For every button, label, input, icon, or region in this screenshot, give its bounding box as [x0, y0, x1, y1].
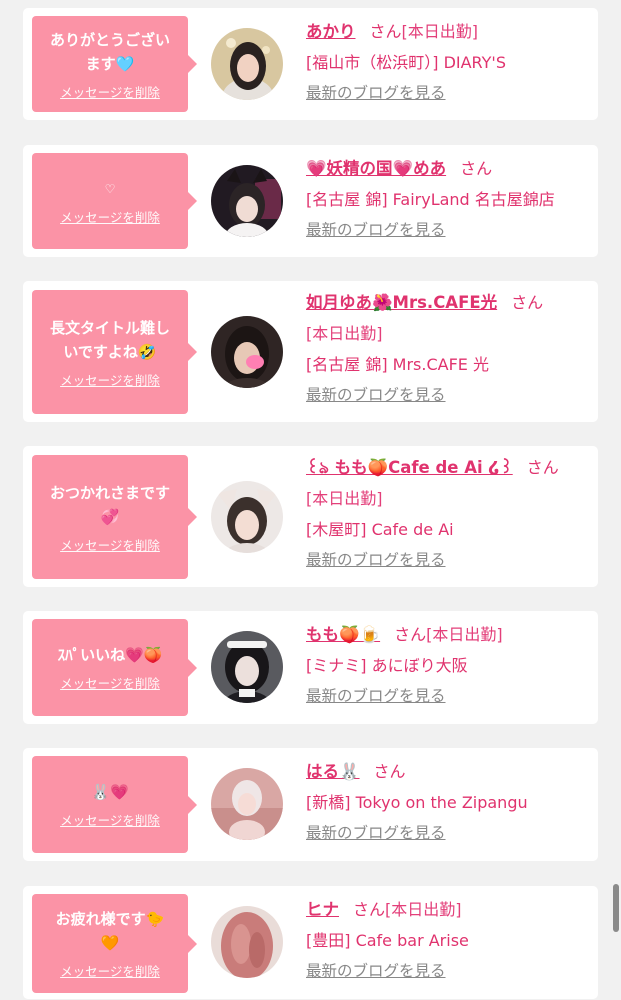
latest-blog-link[interactable]: 最新のブログを見る [306, 681, 596, 712]
list-item: お疲れ様です🐤 🧡 メッセージを削除 ヒナ さん[本日出勤] [豊田] Cafe … [23, 886, 598, 999]
status-badge: [本日出勤] [426, 625, 503, 644]
message-bubble: ありがとうござい ます🩵 メッセージを削除 [32, 16, 197, 112]
list-item: ありがとうござい ます🩵 メッセージを削除 あかり さん[本日出勤] [福山市（松… [23, 8, 598, 120]
message-bubble: ♡ メッセージを削除 [32, 153, 197, 249]
delete-message-button[interactable]: メッセージを削除 [60, 207, 160, 226]
shop-name: [福山市（松浜町）] DIARY'S [306, 53, 506, 72]
message-text: 🐰💗 [91, 780, 128, 804]
latest-blog-link[interactable]: 最新のブログを見る [306, 78, 596, 109]
status-badge: [本日出勤] [306, 489, 383, 508]
message-line: 長文タイトル難し [49, 318, 170, 337]
cast-name-link[interactable]: 如月ゆあ🌺Mrs.CAFE光 [306, 293, 497, 312]
latest-blog-link[interactable]: 最新のブログを見る [306, 380, 596, 411]
message-text: ありがとうござい ます🩵 [50, 28, 170, 76]
san-suffix: さん [369, 22, 402, 41]
message-bubble: 🐰💗 メッセージを削除 [32, 756, 197, 853]
status-badge: [本日出勤] [401, 22, 479, 41]
message-line: 💞 [100, 507, 120, 526]
cast-name-link[interactable]: あかり [306, 22, 356, 41]
shop-name: [名古屋 錦] Mrs.CAFE 光 [306, 355, 489, 374]
list-item: ｽﾊﾟいいね💗🍑 メッセージを削除 もも🍑🍺 さん[本日出勤] [ミナミ] あにぼ… [23, 611, 598, 724]
delete-message-button[interactable]: メッセージを削除 [60, 961, 160, 980]
avatar[interactable] [211, 906, 283, 978]
message-line: おつかれさまです [49, 483, 170, 502]
cast-name-link[interactable]: はる🐰 [306, 762, 360, 781]
message-line: お疲れ様です🐤 [55, 910, 165, 928]
cast-info: ヒナ さん[本日出勤] [豊田] Cafe bar Arise 最新のブログを見る [306, 894, 596, 987]
avatar[interactable] [211, 28, 283, 100]
cast-name-link[interactable]: ꒰ঌ もも🍑Cafe de Ai ໒꒱ [306, 458, 513, 477]
message-line: いですよね🤣 [63, 342, 157, 361]
message-bubble: おつかれさまです 💞 メッセージを削除 [32, 455, 197, 579]
san-suffix: さん [394, 625, 427, 644]
cast-name-link[interactable]: 💗妖精の国💗めあ [306, 159, 446, 178]
list-item: おつかれさまです 💞 メッセージを削除 ꒰ঌ もも🍑Cafe de Ai ໒꒱ さ… [23, 446, 598, 587]
message-line: 🧡 [100, 934, 120, 952]
message-bubble: ｽﾊﾟいいね💗🍑 メッセージを削除 [32, 619, 197, 716]
avatar[interactable] [211, 631, 283, 703]
status-badge: [本日出勤] [385, 900, 462, 919]
shop-name: [ミナミ] あにぼり大阪 [306, 656, 468, 675]
message-text: おつかれさまです 💞 [50, 481, 170, 529]
message-text: ♡ [105, 177, 116, 201]
latest-blog-link[interactable]: 最新のブログを見る [306, 215, 596, 246]
avatar[interactable] [211, 165, 283, 237]
cast-info: あかり さん[本日出勤] [福山市（松浜町）] DIARY'S 最新のブログを見る [306, 16, 596, 109]
message-line: ｽﾊﾟいいね💗🍑 [57, 646, 163, 664]
shop-name: [名古屋 錦] FairyLand 名古屋錦店 [306, 190, 555, 209]
san-suffix: さん [511, 293, 544, 312]
message-text: ｽﾊﾟいいね💗🍑 [58, 643, 163, 667]
cast-name-link[interactable]: もも🍑🍺 [306, 625, 380, 644]
shop-name: [木屋町] Cafe de Ai [306, 520, 454, 539]
message-text: お疲れ様です🐤 🧡 [56, 907, 165, 955]
delete-message-button[interactable]: メッセージを削除 [60, 535, 160, 554]
san-suffix: さん [460, 159, 493, 178]
message-line: ます🩵 [85, 54, 135, 73]
delete-message-button[interactable]: メッセージを削除 [60, 673, 160, 692]
message-line: ありがとうござい [49, 30, 170, 49]
san-suffix: さん [373, 762, 406, 781]
latest-blog-link[interactable]: 最新のブログを見る [306, 956, 596, 987]
status-badge: [本日出勤] [306, 324, 383, 343]
shop-name: [豊田] Cafe bar Arise [306, 931, 469, 950]
cast-info: はる🐰 さん [新橋] Tokyo on the Zipangu 最新のブログを見… [306, 756, 596, 849]
avatar[interactable] [211, 481, 283, 553]
list-item: 長文タイトル難し いですよね🤣 メッセージを削除 如月ゆあ🌺Mrs.CAFE光さ… [23, 281, 598, 422]
san-suffix: さん [526, 458, 559, 477]
delete-message-button[interactable]: メッセージを削除 [60, 370, 160, 389]
message-line: ♡ [104, 181, 116, 196]
san-suffix: さん [353, 900, 386, 919]
delete-message-button[interactable]: メッセージを削除 [60, 810, 160, 829]
cast-info: ꒰ঌ もも🍑Cafe de Ai ໒꒱ さん [本日出勤] [木屋町] Cafe … [306, 452, 596, 576]
latest-blog-link[interactable]: 最新のブログを見る [306, 818, 596, 849]
cast-name-link[interactable]: ヒナ [306, 900, 339, 919]
delete-message-button[interactable]: メッセージを削除 [60, 82, 160, 101]
message-bubble: お疲れ様です🐤 🧡 メッセージを削除 [32, 894, 197, 993]
avatar[interactable] [211, 316, 283, 388]
message-line: 🐰💗 [91, 783, 129, 801]
cast-info: 💗妖精の国💗めあ さん [名古屋 錦] FairyLand 名古屋錦店 最新のブロ… [306, 153, 596, 246]
cast-info: もも🍑🍺 さん[本日出勤] [ミナミ] あにぼり大阪 最新のブログを見る [306, 619, 596, 712]
shop-name: [新橋] Tokyo on the Zipangu [306, 793, 528, 812]
message-bubble: 長文タイトル難し いですよね🤣 メッセージを削除 [32, 290, 197, 414]
latest-blog-link[interactable]: 最新のブログを見る [306, 545, 596, 576]
list-item: 🐰💗 メッセージを削除 はる🐰 さん [新橋] Tokyo on the Zipa… [23, 748, 598, 861]
message-text: 長文タイトル難し いですよね🤣 [50, 316, 170, 364]
scrollbar[interactable] [613, 884, 619, 932]
list-item: ♡ メッセージを削除 💗妖精の国💗めあ さん [名古屋 錦] FairyLand … [23, 145, 598, 257]
cast-info: 如月ゆあ🌺Mrs.CAFE光 さん [本日出勤] [名古屋 錦] Mrs.CAFE… [306, 287, 596, 411]
avatar[interactable] [211, 768, 283, 840]
